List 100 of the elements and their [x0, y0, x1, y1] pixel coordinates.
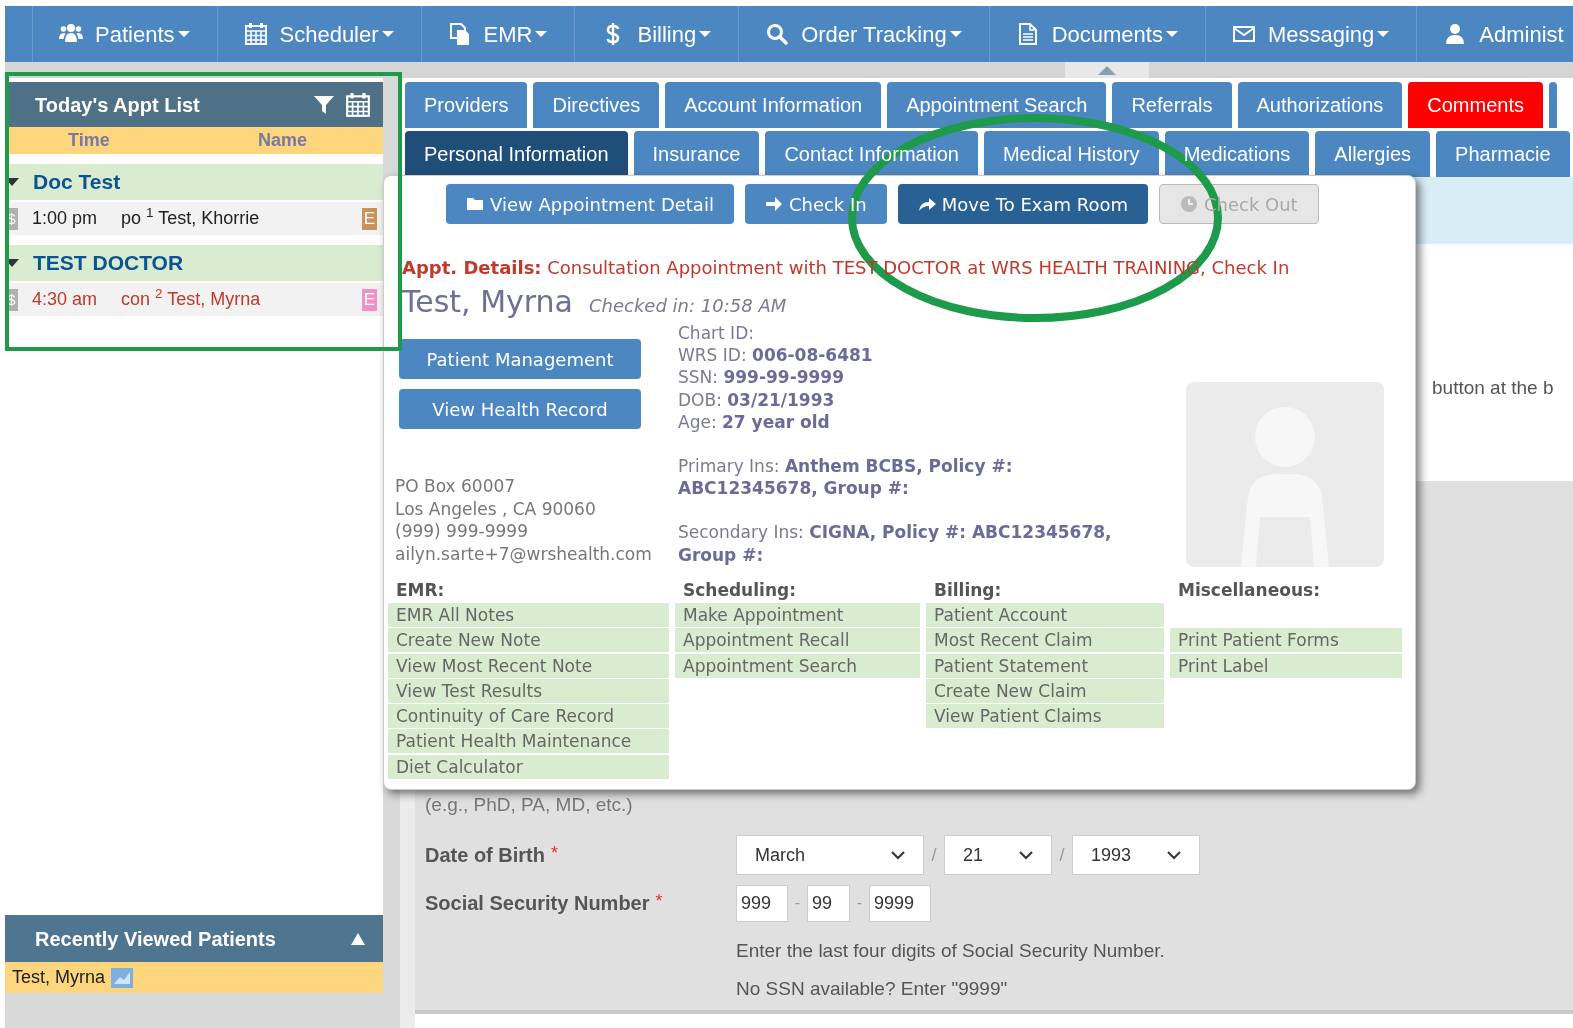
popup-link[interactable]: Make Appointment: [675, 603, 920, 627]
tab[interactable]: Personal Information: [405, 131, 628, 177]
collapse-handle[interactable]: [1065, 62, 1149, 78]
appointment-time: 4:30 am: [32, 288, 99, 311]
caret-down-icon: [380, 30, 395, 38]
field-label: Social Security Number: [425, 891, 650, 916]
date-dropdown[interactable]: March: [736, 835, 924, 875]
patient-info-line: WRS ID: 006-08-6481: [678, 344, 874, 367]
provider-name: TEST DOCTOR: [33, 250, 184, 277]
tab[interactable]: Comments: [1408, 82, 1543, 128]
share-arrow-icon: [917, 195, 936, 213]
tab[interactable]: Authorizations: [1237, 82, 1403, 128]
popup-link[interactable]: Continuity of Care Record: [388, 704, 669, 729]
section-title: Scheduling:: [682, 579, 797, 602]
insurance-info: Primary Ins: Anthem BCBS, Policy #: ABC12345678, Group #:: [678, 455, 1014, 500]
column-label: Name: [258, 129, 308, 152]
clock-icon: [1179, 195, 1198, 213]
patient-info-line: Age: 27 year old: [678, 410, 831, 433]
tab[interactable]: [1549, 82, 1557, 128]
caret-down-icon: [534, 30, 549, 38]
patient-name: Test, Myrna: [402, 283, 573, 321]
popup-action-button[interactable]: Move To Exam Room: [897, 184, 1148, 224]
patient-info-line: Chart ID:: [678, 322, 755, 345]
popup-link[interactable]: Diet Calculator: [388, 754, 669, 779]
tab[interactable]: Medical History: [983, 131, 1159, 177]
tab[interactable]: Pharmacie: [1436, 131, 1570, 177]
provider-name: Doc Test: [33, 169, 121, 196]
tab[interactable]: Referrals: [1112, 82, 1232, 128]
panel-title: Recently Viewed Patients: [35, 926, 277, 952]
address-line: ailyn.sarte+7@wrshealth.com: [395, 542, 653, 565]
caret-down-icon: [698, 30, 713, 38]
search-icon: [765, 22, 790, 46]
popup-side-button[interactable]: Patient Management: [399, 339, 641, 379]
ssn-input-field[interactable]: 99: [807, 884, 850, 922]
caret-down-icon: [1164, 30, 1179, 38]
section-title: EMR:: [395, 579, 446, 602]
chevron-down-icon: [1167, 850, 1181, 860]
popup-link[interactable]: EMR All Notes: [388, 603, 669, 627]
files-icon: [447, 22, 472, 46]
popup-link[interactable]: Patient Statement: [926, 653, 1164, 678]
popup-link[interactable]: Create New Note: [388, 628, 669, 653]
popup-link[interactable]: Appointment Recall: [675, 628, 920, 653]
required-mark: *: [655, 890, 663, 913]
tab[interactable]: Medications: [1164, 131, 1310, 177]
calendar-icon: [243, 22, 268, 46]
popup-link[interactable]: Print Label: [1170, 653, 1402, 678]
patient-info-line: DOB: 03/21/1993: [678, 388, 836, 411]
column-label: Time: [68, 129, 111, 152]
encounter-badge: E: [362, 207, 377, 230]
address-line: (999) 999-9999: [395, 520, 529, 543]
popup-link[interactable]: Patient Account: [926, 603, 1164, 627]
collapse-up-icon: [1098, 65, 1116, 75]
ssn-input-field[interactable]: 999: [736, 884, 788, 922]
checked-in-time: Checked in: 10:58 AM: [589, 294, 787, 318]
date-dropdown[interactable]: 1993: [1072, 835, 1200, 875]
patient-info-line: SSN: 999-99-9999: [678, 366, 845, 389]
popup-action-button[interactable]: View Appointment Detail: [446, 184, 734, 224]
encounter-badge: E: [362, 288, 377, 311]
panel-title: Today's Appt List: [35, 92, 201, 118]
chevron-down-icon: [891, 850, 905, 860]
tab[interactable]: Directives: [533, 82, 660, 128]
field-label: Date of Birth: [425, 843, 545, 868]
field-hint: (e.g., PhD, PA, MD, etc.): [425, 793, 634, 817]
popup-link[interactable]: Print Patient Forms: [1170, 628, 1402, 653]
caret-down-icon: [1376, 30, 1391, 38]
filter-icon: [313, 93, 335, 116]
address-line: Los Angeles , CA 90060: [395, 497, 597, 520]
tab[interactable]: Allergies: [1315, 131, 1431, 177]
appointment-info: po $^{1}$ Test, Khorrie: [121, 205, 261, 230]
chevron-down-icon: [1019, 850, 1033, 860]
popup-link[interactable]: View Test Results: [388, 678, 669, 703]
chart-icon: [111, 967, 134, 988]
calendar-icon: [345, 90, 371, 119]
ssn-input-field[interactable]: 9999: [869, 884, 931, 922]
help-text: Enter the last four digits of Social Security Number.: [736, 939, 1166, 963]
ssn-separator: -: [793, 893, 802, 913]
section-title: Miscellaneous:: [1177, 579, 1321, 602]
popup-link[interactable]: View Most Recent Note: [388, 653, 669, 678]
tab[interactable]: Account Information: [665, 82, 882, 128]
date-dropdown[interactable]: 21: [944, 835, 1052, 875]
popup-link[interactable]: Create New Claim: [926, 678, 1164, 703]
date-separator: /: [930, 843, 938, 867]
address-line: PO Box 60007: [395, 475, 517, 498]
section-title: Billing:: [933, 579, 1003, 602]
appointment-info: con $^{2}$ Test, Myrna: [121, 286, 262, 311]
tab[interactable]: Providers: [405, 82, 528, 128]
popup-link[interactable]: Most Recent Claim: [926, 628, 1164, 653]
required-mark: *: [551, 842, 558, 865]
date-separator: /: [1058, 843, 1066, 867]
popup-side-button[interactable]: View Health Record: [399, 389, 641, 429]
popup-link[interactable]: View Patient Claims: [926, 704, 1164, 729]
tab[interactable]: Insurance: [633, 131, 760, 177]
folder-icon: [466, 195, 484, 213]
popup-action-button[interactable]: Check In: [744, 184, 887, 224]
popup-link[interactable]: Appointment Search: [675, 653, 920, 678]
appointment-time: 1:00 pm: [32, 207, 99, 230]
popup-link[interactable]: Patient Health Maintenance: [388, 729, 669, 754]
help-text: No SSN available? Enter "9999": [736, 976, 1009, 1001]
caret-down-icon: [948, 30, 963, 38]
insurance-info: Secondary Ins: CIGNA, Policy #: ABC12345678, Group #:: [678, 521, 1113, 566]
